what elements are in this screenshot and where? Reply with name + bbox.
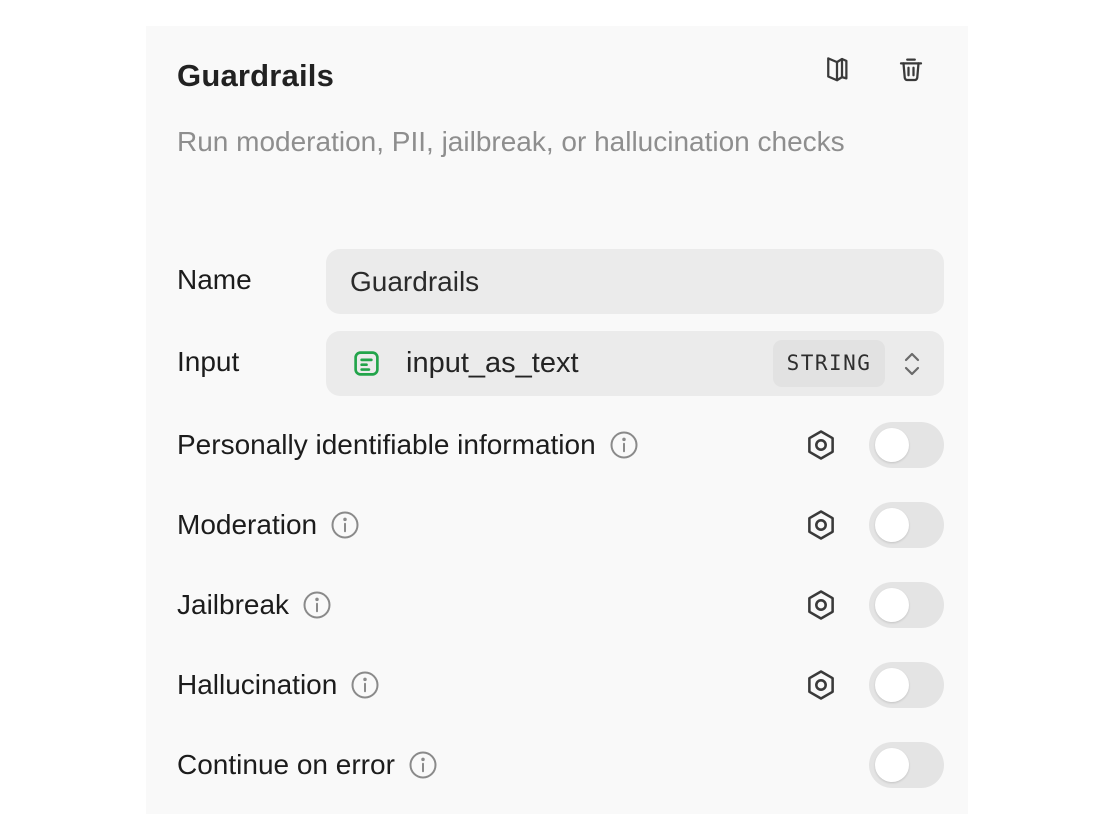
continue-on-error-toggle[interactable] xyxy=(869,742,944,788)
input-select[interactable]: input_as_text STRING xyxy=(326,331,944,396)
guardrail-row-jailbreak: Jailbreak xyxy=(177,582,944,628)
hallucination-toggle[interactable] xyxy=(869,662,944,708)
panel-description: Run moderation, PII, jailbreak, or hallu… xyxy=(177,126,845,157)
info-icon[interactable] xyxy=(330,510,360,540)
guardrail-row-pii: Personally identifiable information xyxy=(177,422,944,468)
info-icon[interactable] xyxy=(408,750,438,780)
guardrail-label: Hallucination xyxy=(177,669,338,700)
info-icon[interactable] xyxy=(302,590,332,620)
guardrails-panel: Guardrails Run moderation, PII, jailbrea… xyxy=(146,26,968,814)
guardrail-label: Personally identifiable information xyxy=(177,429,596,460)
guardrail-row-continue-on-error: Continue on error xyxy=(177,742,944,788)
pii-toggle[interactable] xyxy=(869,422,944,468)
trash-icon[interactable] xyxy=(894,52,928,86)
input-label: Input xyxy=(177,346,240,377)
settings-gear-icon[interactable] xyxy=(804,508,838,542)
jailbreak-toggle[interactable] xyxy=(869,582,944,628)
name-field[interactable]: Guardrails xyxy=(326,249,944,314)
type-badge: STRING xyxy=(773,340,885,387)
guardrail-label: Jailbreak xyxy=(177,589,290,620)
guardrail-label: Moderation xyxy=(177,509,318,540)
settings-gear-icon[interactable] xyxy=(804,428,838,462)
guardrail-label: Continue on error xyxy=(177,749,395,780)
name-label: Name xyxy=(177,264,252,295)
input-variable-name: input_as_text xyxy=(406,347,579,379)
settings-gear-icon[interactable] xyxy=(804,668,838,702)
chevron-up-down-icon xyxy=(904,352,920,376)
guardrail-row-hallucination: Hallucination xyxy=(177,662,944,708)
info-icon[interactable] xyxy=(609,430,639,460)
moderation-toggle[interactable] xyxy=(869,502,944,548)
panel-title: Guardrails xyxy=(177,58,335,93)
book-icon[interactable] xyxy=(820,52,854,86)
info-icon[interactable] xyxy=(350,670,380,700)
text-variable-icon xyxy=(354,351,379,376)
guardrail-row-moderation: Moderation xyxy=(177,502,944,548)
settings-gear-icon[interactable] xyxy=(804,588,838,622)
